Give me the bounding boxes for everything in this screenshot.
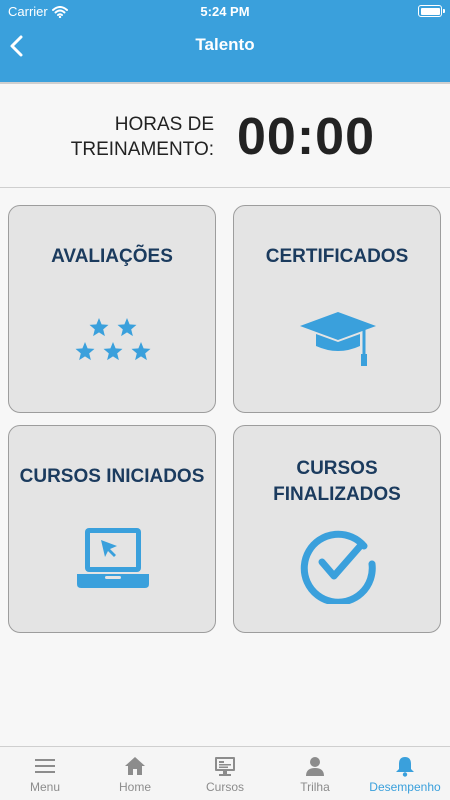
top-bar: Carrier 5:24 PM Talento (0, 0, 450, 82)
battery-icon (418, 5, 445, 17)
tab-cursos[interactable]: Cursos (180, 747, 270, 800)
card-cursos-iniciados[interactable]: CURSOS INICIADOS (8, 425, 216, 633)
training-hours-panel: HORAS DE TREINAMENTO: 00:00 (0, 82, 450, 188)
tab-home[interactable]: Home (90, 747, 180, 800)
tab-bar: Menu Home Cursos Trilha Desempenho (0, 746, 450, 800)
person-icon (306, 757, 324, 776)
status-time: 5:24 PM (200, 4, 250, 19)
tab-label: Trilha (300, 780, 330, 794)
card-cursos-finalizados[interactable]: CURSOS FINALIZADOS (233, 425, 441, 633)
stars-icon (75, 318, 151, 361)
tab-menu[interactable]: Menu (0, 747, 90, 800)
home-icon (125, 757, 145, 775)
laptop-cursor-icon (77, 528, 149, 588)
tab-label: Menu (29, 780, 61, 794)
tab-desempenho[interactable]: Desempenho (360, 747, 450, 800)
training-hours-label: HORAS DE TREINAMENTO: (70, 114, 214, 160)
page-title: Talento (195, 35, 255, 54)
card-title: CURSOS FINALIZADOS (273, 458, 401, 505)
courses-icon (215, 757, 235, 776)
tab-label: Home (118, 780, 151, 794)
card-title: AVALIAÇÕES (51, 246, 173, 267)
card-title: CURSOS INICIADOS (19, 466, 205, 487)
status-bar: Carrier 5:24 PM (0, 0, 450, 22)
card-title: CERTIFICADOS (265, 246, 409, 267)
menu-icon (35, 759, 55, 773)
bell-icon (396, 757, 414, 777)
tab-trilha[interactable]: Trilha (270, 747, 360, 800)
tab-label: Cursos (205, 780, 244, 794)
tab-label: Desempenho (369, 780, 441, 794)
graduation-cap-icon (300, 312, 376, 366)
check-circle-icon (300, 530, 376, 604)
card-certificados[interactable]: CERTIFICADOS (233, 205, 441, 413)
card-avaliacoes[interactable]: AVALIAÇÕES (8, 205, 216, 413)
training-hours-value: 00:00 (237, 108, 375, 166)
